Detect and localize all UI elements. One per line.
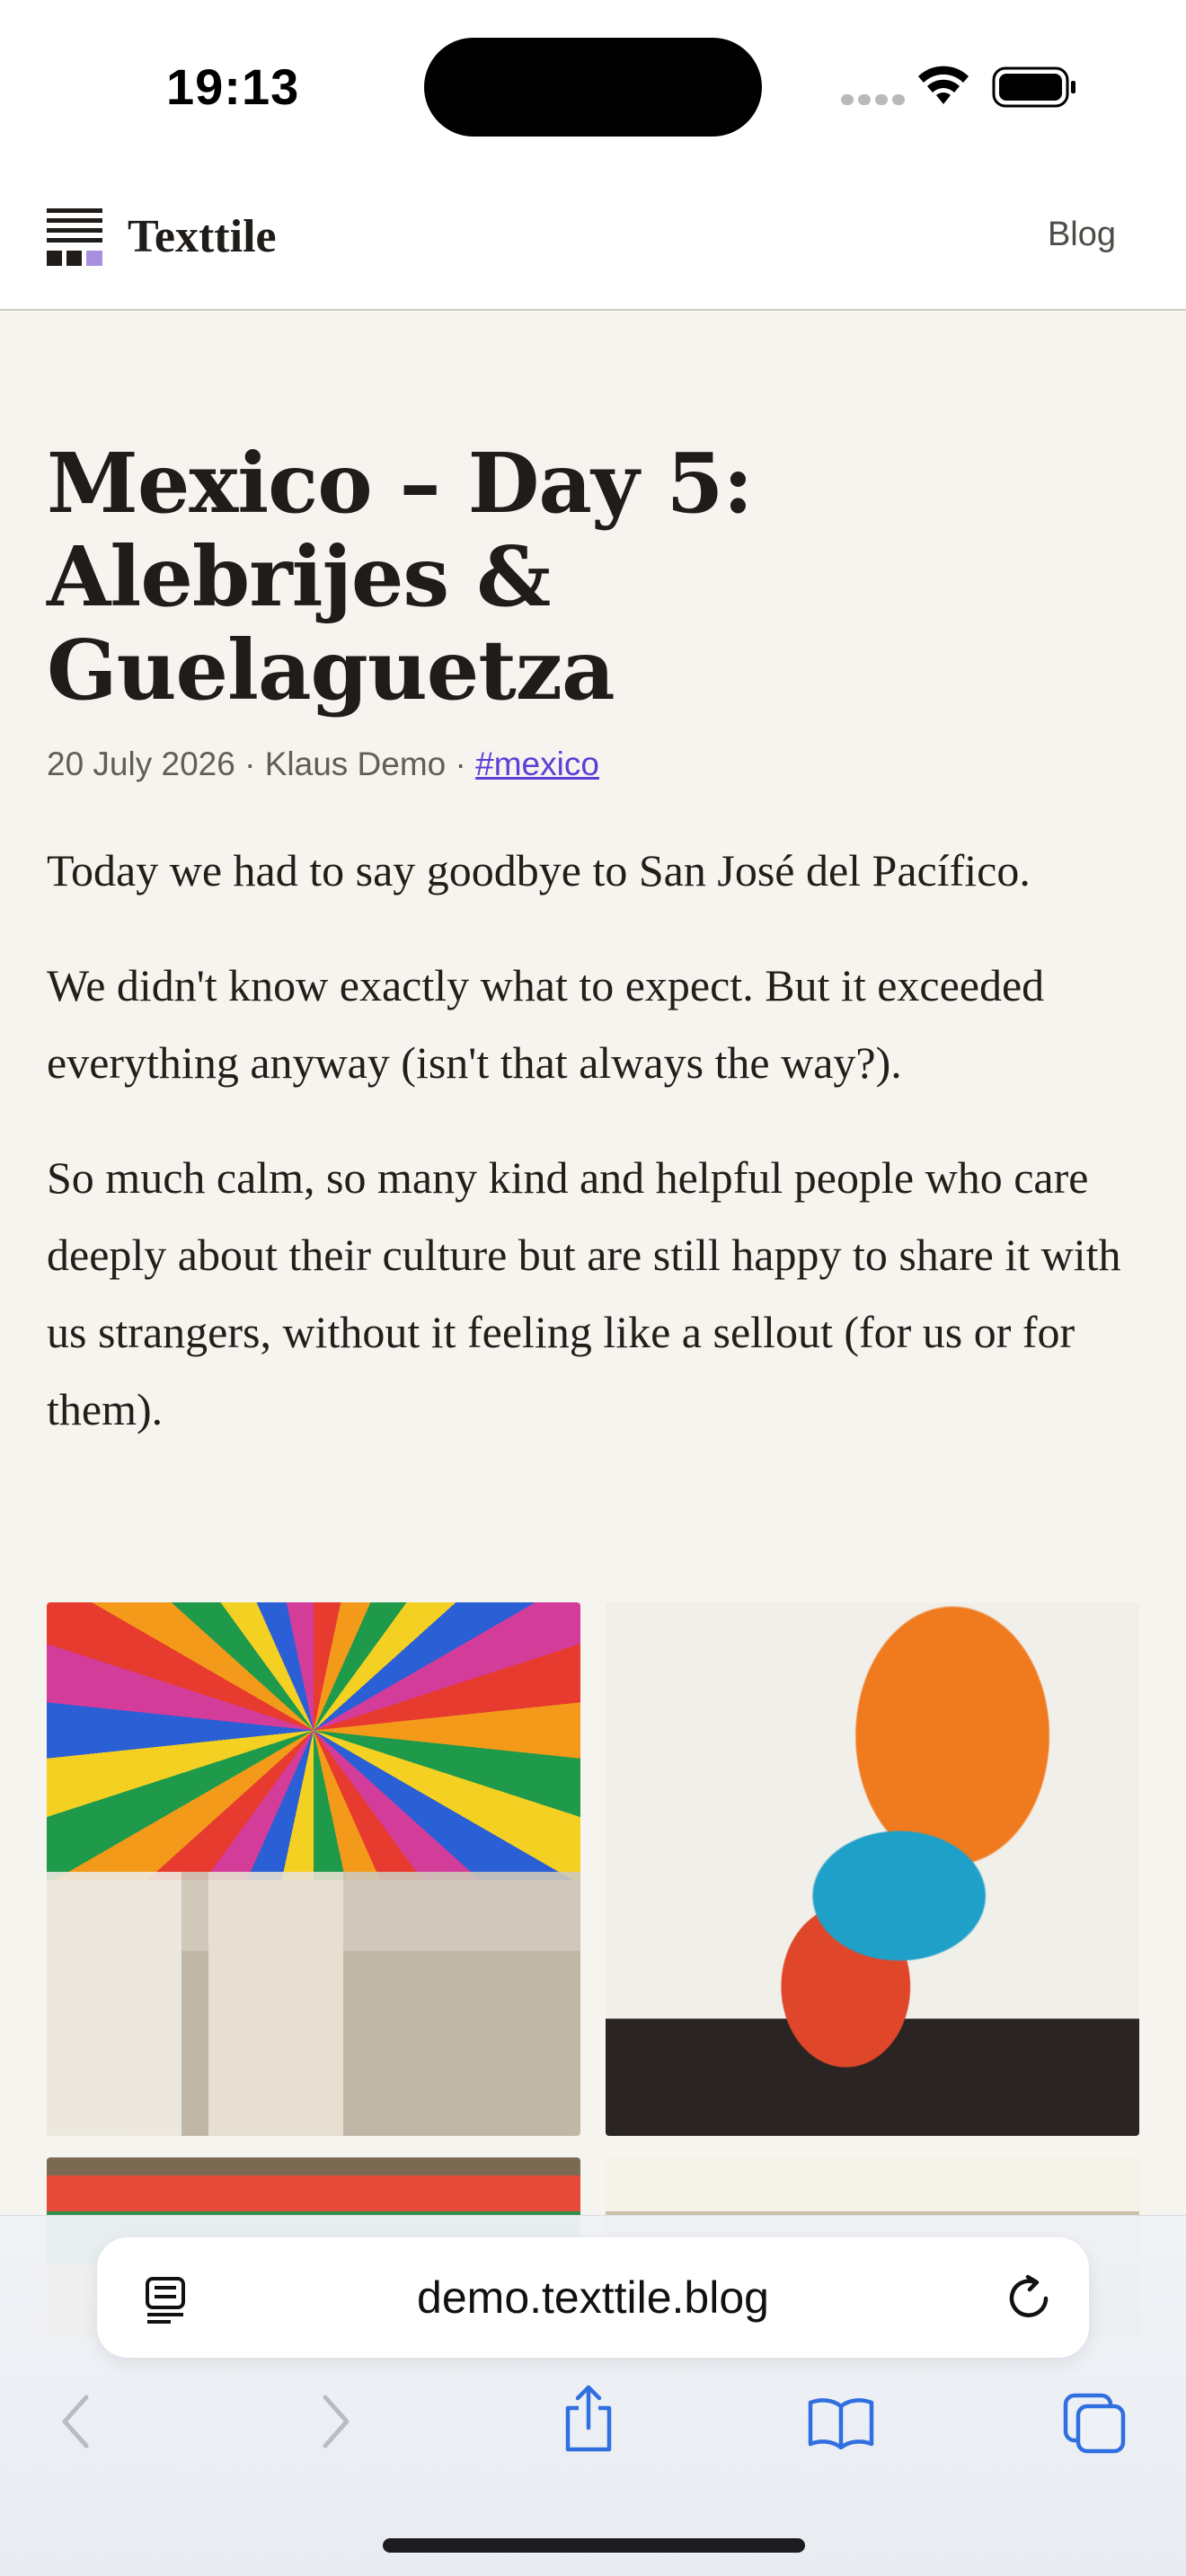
post-paragraph: We didn't know exactly what to expect. B… <box>47 960 1045 1088</box>
cellular-signal-icon <box>841 93 909 110</box>
address-bar[interactable]: demo.texttile.blog <box>97 2237 1089 2358</box>
forward-icon[interactable] <box>318 2392 354 2451</box>
blog-post: Mexico – Day 5: Alebrijes & Guelaguetza … <box>47 437 1143 1486</box>
browser-toolbar: demo.texttile.blog <box>0 2215 1186 2576</box>
post-author: Klaus Demo <box>264 745 447 782</box>
bookmarks-icon[interactable] <box>807 2395 875 2449</box>
meta-separator: · <box>244 745 256 782</box>
post-content: Today we had to say goodbye to San José … <box>47 832 1143 1448</box>
post-paragraph: So much calm, so many kind and helpful p… <box>47 1152 1121 1434</box>
dynamic-island <box>424 38 762 137</box>
home-indicator[interactable] <box>383 2538 805 2553</box>
url-text[interactable]: demo.texttile.blog <box>97 2272 1089 2324</box>
gallery-photo-alebrije[interactable] <box>606 1602 1139 2136</box>
site-title[interactable]: Texttile <box>128 210 277 263</box>
status-bar: 19:13 <box>0 0 1186 171</box>
texttile-logo-icon[interactable] <box>47 208 106 269</box>
post-meta: 20 July 2026 · Klaus Demo · #mexico <box>47 745 1143 783</box>
back-icon[interactable] <box>58 2392 93 2451</box>
nav-link-blog[interactable]: Blog <box>1048 216 1116 254</box>
tag-link-mexico[interactable]: #mexico <box>475 745 599 782</box>
share-icon[interactable] <box>561 2383 616 2455</box>
status-time: 19:13 <box>166 58 300 115</box>
post-paragraph: Today we had to say goodbye to San José … <box>47 845 1031 895</box>
gallery-photo-market[interactable] <box>47 1602 580 2136</box>
post-title: Mexico – Day 5: Alebrijes & Guelaguetza <box>47 435 753 719</box>
wifi-icon <box>918 66 969 104</box>
reload-icon[interactable] <box>1003 2272 1055 2324</box>
site-header: Texttile Blog <box>0 171 1186 311</box>
tabs-icon[interactable] <box>1062 2392 1127 2455</box>
post-date: 20 July 2026 <box>47 745 235 782</box>
battery-icon <box>992 66 1075 108</box>
meta-separator: · <box>455 745 466 782</box>
